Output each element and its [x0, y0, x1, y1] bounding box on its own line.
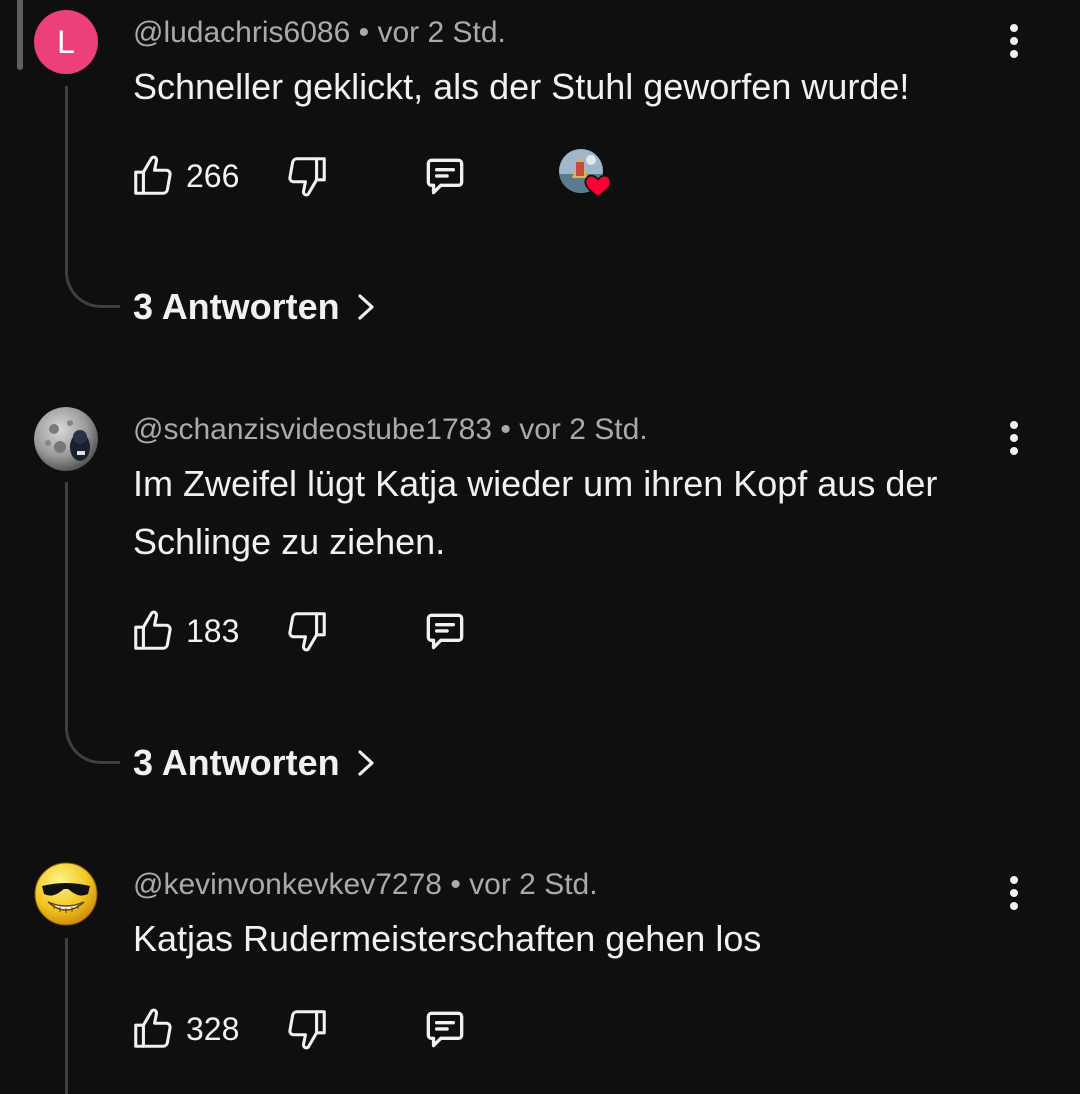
- thread-line: [65, 482, 68, 732]
- avatar[interactable]: L: [34, 10, 98, 74]
- dislike-button[interactable]: [284, 607, 330, 660]
- more-vertical-icon: [1010, 24, 1018, 32]
- more-options-button[interactable]: [994, 414, 1034, 462]
- replies-label: 3 Antworten: [133, 742, 340, 783]
- reply-button[interactable]: [420, 152, 470, 207]
- thumbs-up-icon: [134, 155, 172, 195]
- comment-text: Katjas Rudermeisterschaften gehen los: [133, 918, 762, 959]
- thumbs-down-icon: [288, 612, 326, 652]
- sunglasses-smiley-avatar-icon: [34, 862, 98, 926]
- scroll-indicator[interactable]: [17, 0, 23, 70]
- moon-astronaut-avatar-icon: [34, 407, 98, 471]
- comment-time: vor 2 Std.: [519, 413, 648, 446]
- like-count: 328: [186, 1010, 240, 1047]
- meta-separator: •: [500, 413, 511, 446]
- reply-button[interactable]: [420, 607, 470, 662]
- reply-comment-icon: [426, 158, 464, 195]
- comment-time: vor 2 Std.: [469, 868, 598, 901]
- heart-icon: [584, 174, 612, 198]
- comment-text: Im Zweifel lügt Katja wieder um ihren Ko…: [133, 463, 938, 562]
- meta-separator: •: [358, 16, 370, 49]
- like-button[interactable]: 328: [130, 1005, 239, 1053]
- like-count: 183: [186, 612, 240, 649]
- view-replies-button[interactable]: 3 Antworten: [133, 742, 378, 784]
- reply-comment-icon: [426, 1011, 464, 1048]
- reply-comment-icon: [426, 613, 464, 650]
- more-options-button[interactable]: [994, 17, 1034, 65]
- thread-curve: [65, 724, 120, 764]
- comment-handle[interactable]: @kevinvonkevkev7278: [133, 868, 442, 901]
- more-vertical-icon: [1010, 421, 1018, 429]
- avatar[interactable]: [34, 862, 98, 926]
- thumbs-down-icon: [288, 1010, 326, 1050]
- meta-separator: •: [450, 868, 461, 901]
- avatar[interactable]: [34, 407, 98, 471]
- chevron-right-icon: [358, 294, 374, 320]
- thread-line: [65, 938, 68, 1094]
- like-button[interactable]: 266: [130, 152, 239, 200]
- view-replies-button[interactable]: 3 Antworten: [133, 286, 378, 328]
- thumbs-down-icon: [288, 157, 326, 197]
- comment-handle[interactable]: @ludachris6086: [133, 16, 350, 49]
- like-button[interactable]: 183: [130, 607, 239, 655]
- thumbs-up-icon: [134, 610, 172, 650]
- thumbs-up-icon: [134, 1008, 172, 1048]
- comment-meta: @kevinvonkevkev7278 • vor 2 Std.: [133, 868, 598, 902]
- thread-curve: [65, 268, 120, 308]
- more-options-button[interactable]: [994, 869, 1034, 917]
- creator-heart-badge[interactable]: [558, 148, 618, 200]
- more-vertical-icon: [1010, 876, 1018, 884]
- dislike-button[interactable]: [284, 1005, 330, 1058]
- comment-handle[interactable]: @schanzisvideostube1783: [133, 413, 492, 446]
- thread-line: [65, 86, 68, 276]
- comment-meta: @ludachris6086 • vor 2 Std.: [133, 16, 506, 50]
- dislike-button[interactable]: [284, 152, 330, 205]
- comment-meta: @schanzisvideostube1783 • vor 2 Std.: [133, 413, 648, 447]
- comment-text: Schneller geklickt, als der Stuhl geworf…: [133, 66, 910, 107]
- chevron-right-icon: [358, 750, 374, 776]
- comment-time: vor 2 Std.: [377, 16, 506, 49]
- like-count: 266: [186, 157, 240, 194]
- reply-button[interactable]: [420, 1005, 470, 1060]
- replies-label: 3 Antworten: [133, 286, 340, 327]
